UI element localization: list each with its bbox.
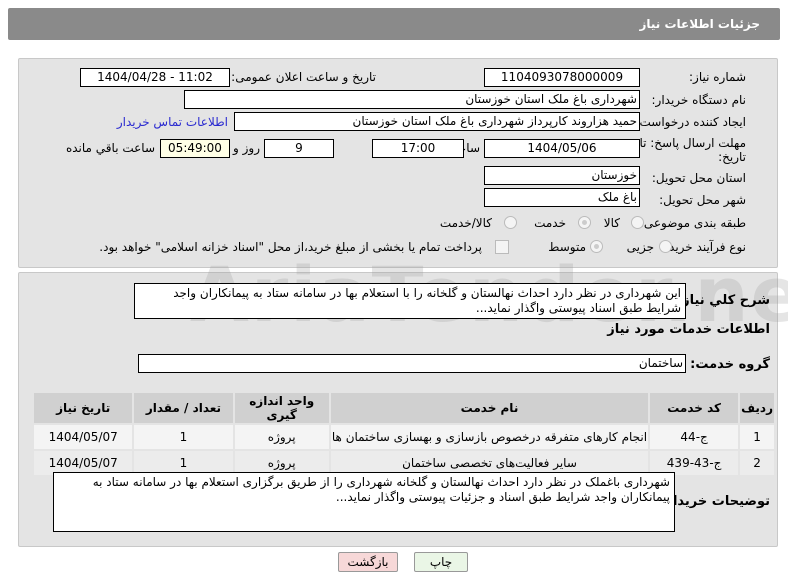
col-quantity: تعداد / مقدار xyxy=(134,393,233,423)
need-number-label: شماره نیاز: xyxy=(689,70,746,84)
category-goods-label: کالا xyxy=(603,216,620,230)
days-field: 9 xyxy=(264,139,334,158)
service-group-label: گروه خدمت: xyxy=(690,357,770,372)
process-medium-radio[interactable] xyxy=(590,240,603,253)
buyer-label: نام دستگاه خریدار: xyxy=(651,93,747,107)
contact-info-link[interactable]: اطلاعات تماس خریدار xyxy=(117,115,228,129)
city-label: شهر محل تحویل: xyxy=(659,193,746,207)
table-row: 1 ج-44 انجام کارهای متفرقه درخصوص بازساز… xyxy=(34,425,774,449)
category-service-label: خدمت xyxy=(534,216,566,230)
cell-code: ج-44 xyxy=(650,425,739,449)
services-table: ردیف کد خدمت نام خدمت واحد اندازه گیری ت… xyxy=(32,391,776,477)
category-service-radio[interactable] xyxy=(578,216,591,229)
process-label: نوع فرآیند خرید : xyxy=(661,240,746,254)
service-group-field: ساختمان xyxy=(138,354,686,373)
back-button[interactable]: بازگشت xyxy=(338,552,398,572)
remaining-label: ساعت باقي مانده xyxy=(65,141,155,155)
remaining-time-field: 05:49:00 xyxy=(160,139,230,158)
deadline-time-field: 17:00 xyxy=(372,139,464,158)
cell-unit: پروژه xyxy=(234,425,329,449)
days-label: روز و xyxy=(233,141,260,155)
category-goods-radio[interactable] xyxy=(631,216,644,229)
summary-textarea[interactable]: این شهرداری در نظر دارد احداث نهالستان و… xyxy=(134,283,686,319)
cell-row: 1 xyxy=(740,425,774,449)
category-both-label: کالا/خدمت xyxy=(439,216,492,230)
page-title: جزئیات اطلاعات نیاز xyxy=(639,17,760,31)
process-minor-radio[interactable] xyxy=(659,240,672,253)
cell-quantity: 1 xyxy=(134,425,233,449)
buyer-notes-label: توضیحات خریدار: xyxy=(660,494,770,509)
cell-row: 2 xyxy=(740,451,774,475)
col-code: کد خدمت xyxy=(650,393,739,423)
announce-field: 1404/04/28 - 11:02 xyxy=(80,68,230,87)
deadline-date-field: 1404/05/06 xyxy=(484,139,640,158)
creator-label: ایجاد کننده درخواست: xyxy=(635,115,746,129)
col-row: ردیف xyxy=(740,393,774,423)
treasury-payment-checkbox[interactable] xyxy=(495,240,509,254)
col-name: نام خدمت xyxy=(330,393,649,423)
category-label: طبقه بندی موضوعی: xyxy=(639,216,746,230)
summary-label: شرح کلي نياز: xyxy=(676,293,770,308)
process-medium-label: متوسط xyxy=(548,240,586,254)
cell-name: انجام کارهای متفرقه درخصوص بازسازی و بهس… xyxy=(330,425,649,449)
province-label: استان محل تحویل: xyxy=(651,171,746,185)
process-minor-label: جزیی xyxy=(626,240,654,254)
cell-date: 1404/05/07 xyxy=(34,425,133,449)
col-unit: واحد اندازه گیری xyxy=(234,393,329,423)
services-title: اطلاعات خدمات مورد نیاز xyxy=(607,322,770,337)
need-number-field: 1104093078000009 xyxy=(484,68,640,87)
province-field: خوزستان xyxy=(484,166,640,185)
buyer-field: شهرداری باغ ملک استان خوزستان xyxy=(184,90,640,109)
treasury-payment-text: پرداخت تمام یا بخشی از مبلغ خرید،از محل … xyxy=(99,240,482,254)
page-header: جزئیات اطلاعات نیاز xyxy=(8,8,780,40)
buyer-notes-textarea[interactable]: شهرداری باغملک در نظر دارد احداث نهالستا… xyxy=(53,472,675,532)
creator-field: حمید هزاروند کارپرداز شهرداری باغ ملک اس… xyxy=(234,112,640,131)
print-button[interactable]: چاپ xyxy=(414,552,468,572)
city-field: باغ ملک xyxy=(484,188,640,207)
col-date: تاریخ نیاز xyxy=(34,393,133,423)
category-both-radio[interactable] xyxy=(504,216,517,229)
deadline-label: مهلت ارسال پاسخ: تا تاریخ: xyxy=(639,136,746,164)
announce-label: تاریخ و ساعت اعلان عمومی: xyxy=(231,70,376,84)
